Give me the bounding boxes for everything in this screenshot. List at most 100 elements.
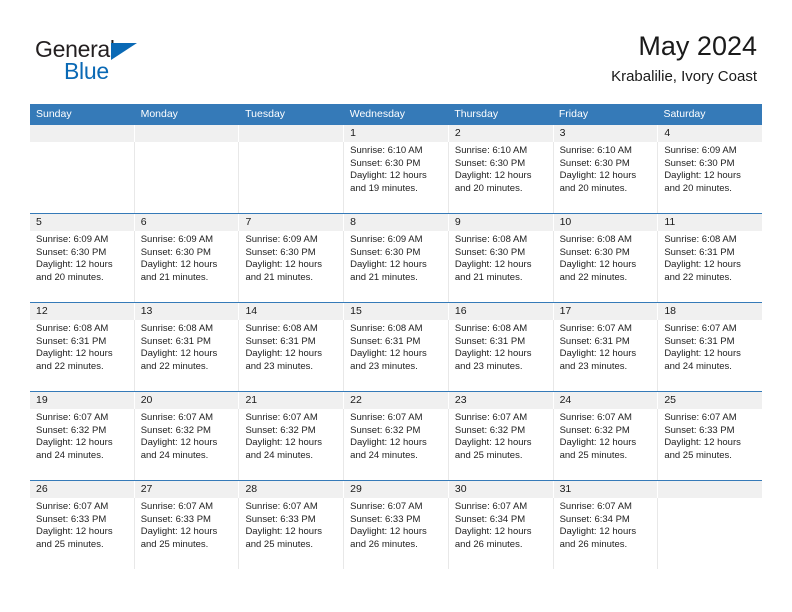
day-number[interactable]: 2 <box>449 125 554 142</box>
day-detail-line: Sunset: 6:32 PM <box>350 424 421 436</box>
day-number[interactable]: 1 <box>344 125 449 142</box>
day-number[interactable]: 22 <box>344 392 449 409</box>
day-cell[interactable]: Sunrise: 6:07 AM Sunset: 6:32 PM Daylight:… <box>239 409 345 480</box>
day-cell[interactable]: Sunrise: 6:07 AM Sunset: 6:33 PM Daylight:… <box>135 498 240 569</box>
day-cell[interactable]: Sunrise: 6:09 AM Sunset: 6:30 PM Daylight:… <box>30 231 135 302</box>
day-number[interactable]: 4 <box>658 125 762 142</box>
day-detail-line: Sunset: 6:30 PM <box>350 246 421 258</box>
day-cell[interactable]: Sunrise: 6:08 AM Sunset: 6:31 PM Daylight:… <box>449 320 554 391</box>
day-cell[interactable]: Sunrise: 6:07 AM Sunset: 6:33 PM Daylight:… <box>344 498 449 569</box>
day-cell[interactable]: Sunrise: 6:07 AM Sunset: 6:33 PM Daylight:… <box>30 498 135 569</box>
day-cell[interactable]: Sunrise: 6:09 AM Sunset: 6:30 PM Daylight:… <box>239 231 345 302</box>
day-cell[interactable]: Sunrise: 6:08 AM Sunset: 6:31 PM Daylight:… <box>30 320 135 391</box>
day-cell[interactable]: Sunrise: 6:10 AM Sunset: 6:30 PM Daylight:… <box>554 142 659 213</box>
day-cell[interactable]: Sunrise: 6:08 AM Sunset: 6:31 PM Daylight:… <box>239 320 345 391</box>
day-detail-line: Sunrise: 6:08 AM <box>245 323 318 334</box>
day-number[interactable]: 31 <box>554 481 659 498</box>
day-cell[interactable]: Sunrise: 6:09 AM Sunset: 6:30 PM Daylight:… <box>344 231 449 302</box>
day-detail-line: and 20 minutes. <box>36 271 104 283</box>
day-number[interactable]: 21 <box>239 392 345 409</box>
day-detail-line: and 25 minutes. <box>559 449 628 461</box>
day-cell[interactable]: Sunrise: 6:07 AM Sunset: 6:32 PM Daylight:… <box>554 409 659 480</box>
day-detail-line: Daylight: 12 hours <box>664 437 741 449</box>
day-detail-line: Sunrise: 6:09 AM <box>140 234 214 245</box>
day-detail-line: Sunrise: 6:07 AM <box>559 412 632 423</box>
day-cell[interactable]: Sunrise: 6:09 AM Sunset: 6:30 PM Daylight:… <box>658 142 762 213</box>
day-number[interactable]: 23 <box>449 392 554 409</box>
day-number[interactable]: 15 <box>344 303 449 320</box>
day-number[interactable]: 8 <box>344 214 449 231</box>
calendar-weeks: 1 2 3 4 Sunrise: 6:10 AM Sunset: 6:30 PM Dayli… <box>30 125 762 569</box>
day-detail-line: Daylight: 12 hours <box>664 259 741 271</box>
day-detail-line: Sunset: 6:32 PM <box>245 424 316 436</box>
day-cell[interactable]: Sunrise: 6:08 AM Sunset: 6:31 PM Daylight:… <box>344 320 449 391</box>
day-cell[interactable]: Sunrise: 6:10 AM Sunset: 6:30 PM Daylight:… <box>344 142 449 213</box>
day-cell[interactable]: Sunrise: 6:07 AM Sunset: 6:33 PM Daylight:… <box>658 409 762 480</box>
day-detail-line: Sunrise: 6:07 AM <box>140 412 214 423</box>
day-cell[interactable]: Sunrise: 6:07 AM Sunset: 6:32 PM Daylight:… <box>449 409 554 480</box>
calendar-week-row: 19 20 21 22 23 24 25 Sunrise: 6:07 AM Sunset: 6:… <box>30 391 762 480</box>
day-detail-line: and 25 minutes. <box>664 449 732 461</box>
weekday-header-thursday: Thursday <box>454 108 499 120</box>
day-cell[interactable]: Sunrise: 6:09 AM Sunset: 6:30 PM Daylight:… <box>135 231 240 302</box>
day-cell[interactable]: Sunrise: 6:07 AM Sunset: 6:31 PM Daylight:… <box>554 320 659 391</box>
day-number-empty <box>30 125 135 142</box>
day-number[interactable]: 25 <box>658 392 762 409</box>
day-cell[interactable]: Sunrise: 6:08 AM Sunset: 6:30 PM Daylight:… <box>449 231 554 302</box>
day-number[interactable]: 10 <box>554 214 659 231</box>
day-detail-line: Daylight: 12 hours <box>350 437 427 449</box>
day-number[interactable]: 6 <box>135 214 240 231</box>
day-number[interactable]: 28 <box>239 481 345 498</box>
day-cell-empty <box>658 498 762 569</box>
day-number[interactable]: 29 <box>344 481 449 498</box>
day-number[interactable]: 20 <box>135 392 240 409</box>
day-number[interactable]: 26 <box>30 481 135 498</box>
day-detail-line: Sunset: 6:30 PM <box>559 246 630 258</box>
day-cell[interactable]: Sunrise: 6:08 AM Sunset: 6:30 PM Daylight:… <box>554 231 659 302</box>
week-detail-band: Sunrise: 6:09 AM Sunset: 6:30 PM Daylight:… <box>30 231 762 302</box>
logo-text-blue: Blue <box>64 58 109 84</box>
day-cell[interactable]: Sunrise: 6:07 AM Sunset: 6:33 PM Daylight:… <box>239 498 345 569</box>
day-detail-line: and 21 minutes. <box>350 271 418 283</box>
day-detail-line: Sunset: 6:30 PM <box>454 246 526 258</box>
day-number[interactable]: 5 <box>30 214 135 231</box>
day-detail-line: and 23 minutes. <box>454 360 523 372</box>
day-number[interactable]: 3 <box>554 125 659 142</box>
day-number[interactable]: 12 <box>30 303 135 320</box>
day-cell[interactable]: Sunrise: 6:07 AM Sunset: 6:34 PM Daylight:… <box>554 498 659 569</box>
day-detail-line: and 21 minutes. <box>140 271 209 283</box>
day-number[interactable]: 16 <box>449 303 554 320</box>
day-cell[interactable]: Sunrise: 6:10 AM Sunset: 6:30 PM Daylight:… <box>449 142 554 213</box>
day-number[interactable]: 13 <box>135 303 240 320</box>
day-number[interactable]: 27 <box>135 481 240 498</box>
day-number[interactable]: 30 <box>449 481 554 498</box>
day-number[interactable]: 24 <box>554 392 659 409</box>
day-cell[interactable]: Sunrise: 6:07 AM Sunset: 6:32 PM Daylight:… <box>135 409 240 480</box>
day-cell[interactable]: Sunrise: 6:07 AM Sunset: 6:32 PM Daylight:… <box>344 409 449 480</box>
day-cell[interactable]: Sunrise: 6:08 AM Sunset: 6:31 PM Daylight:… <box>658 231 762 302</box>
day-detail-line: and 24 minutes. <box>140 449 209 461</box>
day-detail-line: Daylight: 12 hours <box>350 170 427 182</box>
day-number[interactable]: 14 <box>239 303 345 320</box>
page-header: General Blue May 2024 Krabalilie, Ivory … <box>0 0 792 104</box>
day-cell[interactable]: Sunrise: 6:08 AM Sunset: 6:31 PM Daylight:… <box>135 320 240 391</box>
day-number[interactable]: 11 <box>658 214 762 231</box>
day-detail-line: and 23 minutes. <box>350 360 418 372</box>
day-number[interactable]: 18 <box>658 303 762 320</box>
day-detail-line: Daylight: 12 hours <box>454 526 532 538</box>
day-cell[interactable]: Sunrise: 6:07 AM Sunset: 6:31 PM Daylight:… <box>658 320 762 391</box>
day-detail-line: Sunrise: 6:10 AM <box>559 145 632 156</box>
day-detail-line: Sunset: 6:32 PM <box>559 424 630 436</box>
day-detail-line: and 22 minutes. <box>559 271 628 283</box>
calendar-week-row: 1 2 3 4 Sunrise: 6:10 AM Sunset: 6:30 PM Dayli… <box>30 125 762 213</box>
day-cell[interactable]: Sunrise: 6:07 AM Sunset: 6:34 PM Daylight:… <box>449 498 554 569</box>
calendar-page: General Blue May 2024 Krabalilie, Ivory … <box>0 0 792 612</box>
day-detail-line: Sunrise: 6:08 AM <box>664 234 737 245</box>
week-date-band: 19 20 21 22 23 24 25 <box>30 392 762 409</box>
day-number[interactable]: 9 <box>449 214 554 231</box>
day-cell[interactable]: Sunrise: 6:07 AM Sunset: 6:32 PM Daylight:… <box>30 409 135 480</box>
day-number[interactable]: 19 <box>30 392 135 409</box>
day-number[interactable]: 17 <box>554 303 659 320</box>
day-detail-line: Sunrise: 6:07 AM <box>36 412 109 423</box>
day-number[interactable]: 7 <box>239 214 345 231</box>
